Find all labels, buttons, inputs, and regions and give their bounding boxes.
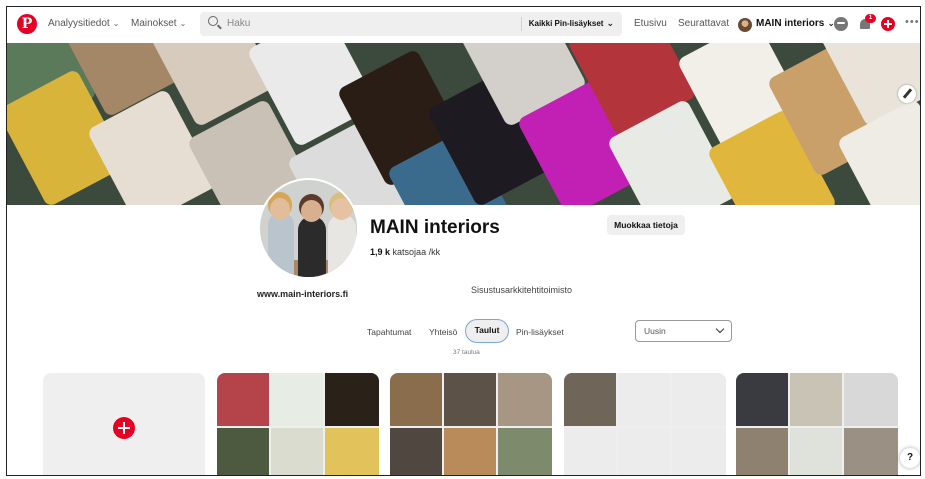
sort-value: Uusin	[644, 326, 666, 336]
board-card[interactable]	[390, 373, 552, 475]
tab-boards[interactable]: Taulut	[465, 319, 509, 343]
notifications-icon[interactable]: 1	[858, 14, 876, 31]
search-input[interactable]: Haku	[227, 18, 250, 29]
search-divider	[521, 17, 522, 31]
sort-dropdown[interactable]: Uusin	[635, 320, 732, 342]
pinterest-logo-icon[interactable]: P	[17, 14, 37, 34]
create-board-card[interactable]	[43, 373, 205, 475]
chevron-down-icon	[715, 324, 725, 334]
profile-title: MAIN interiors	[370, 217, 500, 238]
nav-following[interactable]: Seurattavat	[678, 18, 729, 29]
help-button[interactable]: ?	[900, 448, 920, 468]
top-nav: P Analyysitiedot ⌄ Mainokset ⌄ Haku Kaikki…	[7, 7, 920, 43]
create-plus-icon[interactable]	[881, 17, 895, 31]
monthly-viewers: 1,9 k katsojaa /kk	[370, 247, 441, 257]
chevron-down-icon: ⌄	[112, 19, 120, 28]
profile-menu[interactable]: MAIN interiors ⌄	[756, 18, 835, 29]
nav-analytics[interactable]: Analyysitiedot ⌄	[48, 18, 119, 29]
nav-ads[interactable]: Mainokset ⌄	[131, 18, 186, 29]
board-card[interactable]	[564, 373, 726, 475]
avatar[interactable]	[738, 18, 752, 32]
chevron-down-icon: ⌄	[179, 19, 187, 28]
search-filter-dropdown[interactable]: Kaikki Pin-lisäykset ⌄	[529, 18, 614, 29]
messages-icon[interactable]	[834, 17, 848, 31]
search-icon	[208, 16, 218, 26]
notification-badge: 1	[865, 14, 876, 23]
profile-description: Sisustusarkkitehtitoimisto	[471, 285, 573, 295]
app-frame: P Analyysitiedot ⌄ Mainokset ⌄ Haku Kaikki…	[6, 6, 921, 476]
chevron-down-icon: ⌄	[606, 18, 614, 28]
tab-pins[interactable]: Pin-lisäykset	[516, 327, 564, 337]
tab-activity[interactable]: Tapahtumat	[367, 327, 411, 337]
board-card[interactable]	[217, 373, 379, 475]
more-options-icon[interactable]: •••	[905, 16, 920, 28]
add-board-icon[interactable]	[113, 417, 135, 439]
tab-community[interactable]: Yhteisö	[429, 327, 457, 337]
edit-profile-button[interactable]: Muokkaa tietoja	[607, 215, 685, 235]
board-count: 37 taulua	[453, 349, 480, 356]
profile-photo[interactable]	[258, 178, 359, 279]
website-link[interactable]: www.main-interiors.fi	[257, 289, 348, 299]
board-card[interactable]	[736, 373, 898, 475]
search-bar[interactable]: Haku Kaikki Pin-lisäykset ⌄	[200, 12, 622, 36]
edit-cover-icon[interactable]	[898, 85, 916, 103]
cover-image	[7, 43, 920, 205]
nav-home[interactable]: Etusivu	[634, 18, 667, 29]
